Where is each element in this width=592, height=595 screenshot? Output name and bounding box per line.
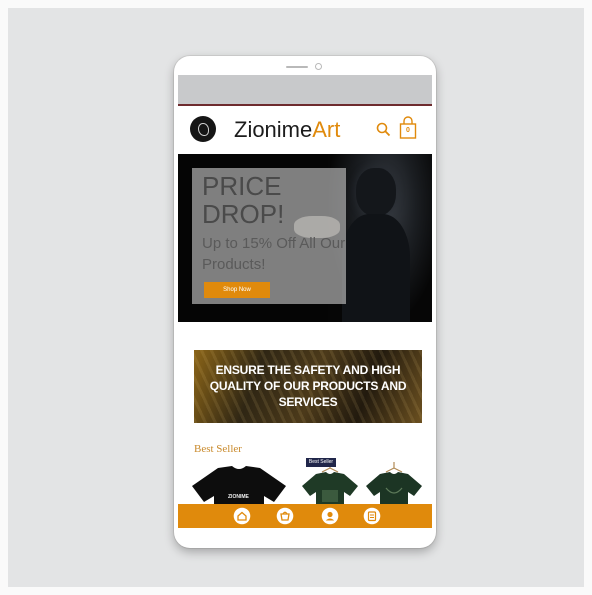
best-seller-title: Best Seller: [194, 443, 242, 455]
orders-icon[interactable]: [363, 507, 381, 525]
phone-speaker: [286, 66, 308, 68]
promo-banner[interactable]: ENSURE THE SAFETY AND HIGH QUALITY OF OU…: [194, 350, 422, 423]
hero-subtitle: Up to 15% Off All Our Products!: [202, 235, 346, 273]
product-print-label: ZIONIME: [228, 494, 249, 500]
account-icon[interactable]: [321, 507, 339, 525]
best-seller-badge: Best Seller: [306, 458, 336, 467]
app-header: ZionimeArt 0: [178, 106, 432, 154]
shopping-bag-icon[interactable]: 0: [399, 116, 417, 140]
status-bar: [178, 75, 432, 104]
cart-count-badge: 0: [406, 127, 410, 134]
shop-now-button[interactable]: Shop Now: [204, 282, 270, 298]
home-icon[interactable]: [233, 507, 251, 525]
brand-name-accent: Art: [312, 117, 341, 142]
phone-frame: ZionimeArt 0 PRICE DROP! Up to 15% Off A…: [174, 56, 436, 548]
phone-camera: [315, 63, 322, 70]
bottom-navigation: [178, 504, 432, 528]
logo-icon[interactable]: [190, 116, 216, 142]
shopping-bag-icon[interactable]: [276, 507, 294, 525]
brand-name-main: Zionime: [234, 117, 313, 142]
brand-name[interactable]: ZionimeArt: [234, 116, 340, 144]
hero-banner: PRICE DROP! Up to 15% Off All Our Produc…: [178, 154, 432, 322]
hero-title: PRICE DROP!: [202, 171, 285, 229]
search-icon[interactable]: [375, 120, 393, 140]
promo-text: ENSURE THE SAFETY AND HIGH QUALITY OF OU…: [209, 363, 407, 409]
